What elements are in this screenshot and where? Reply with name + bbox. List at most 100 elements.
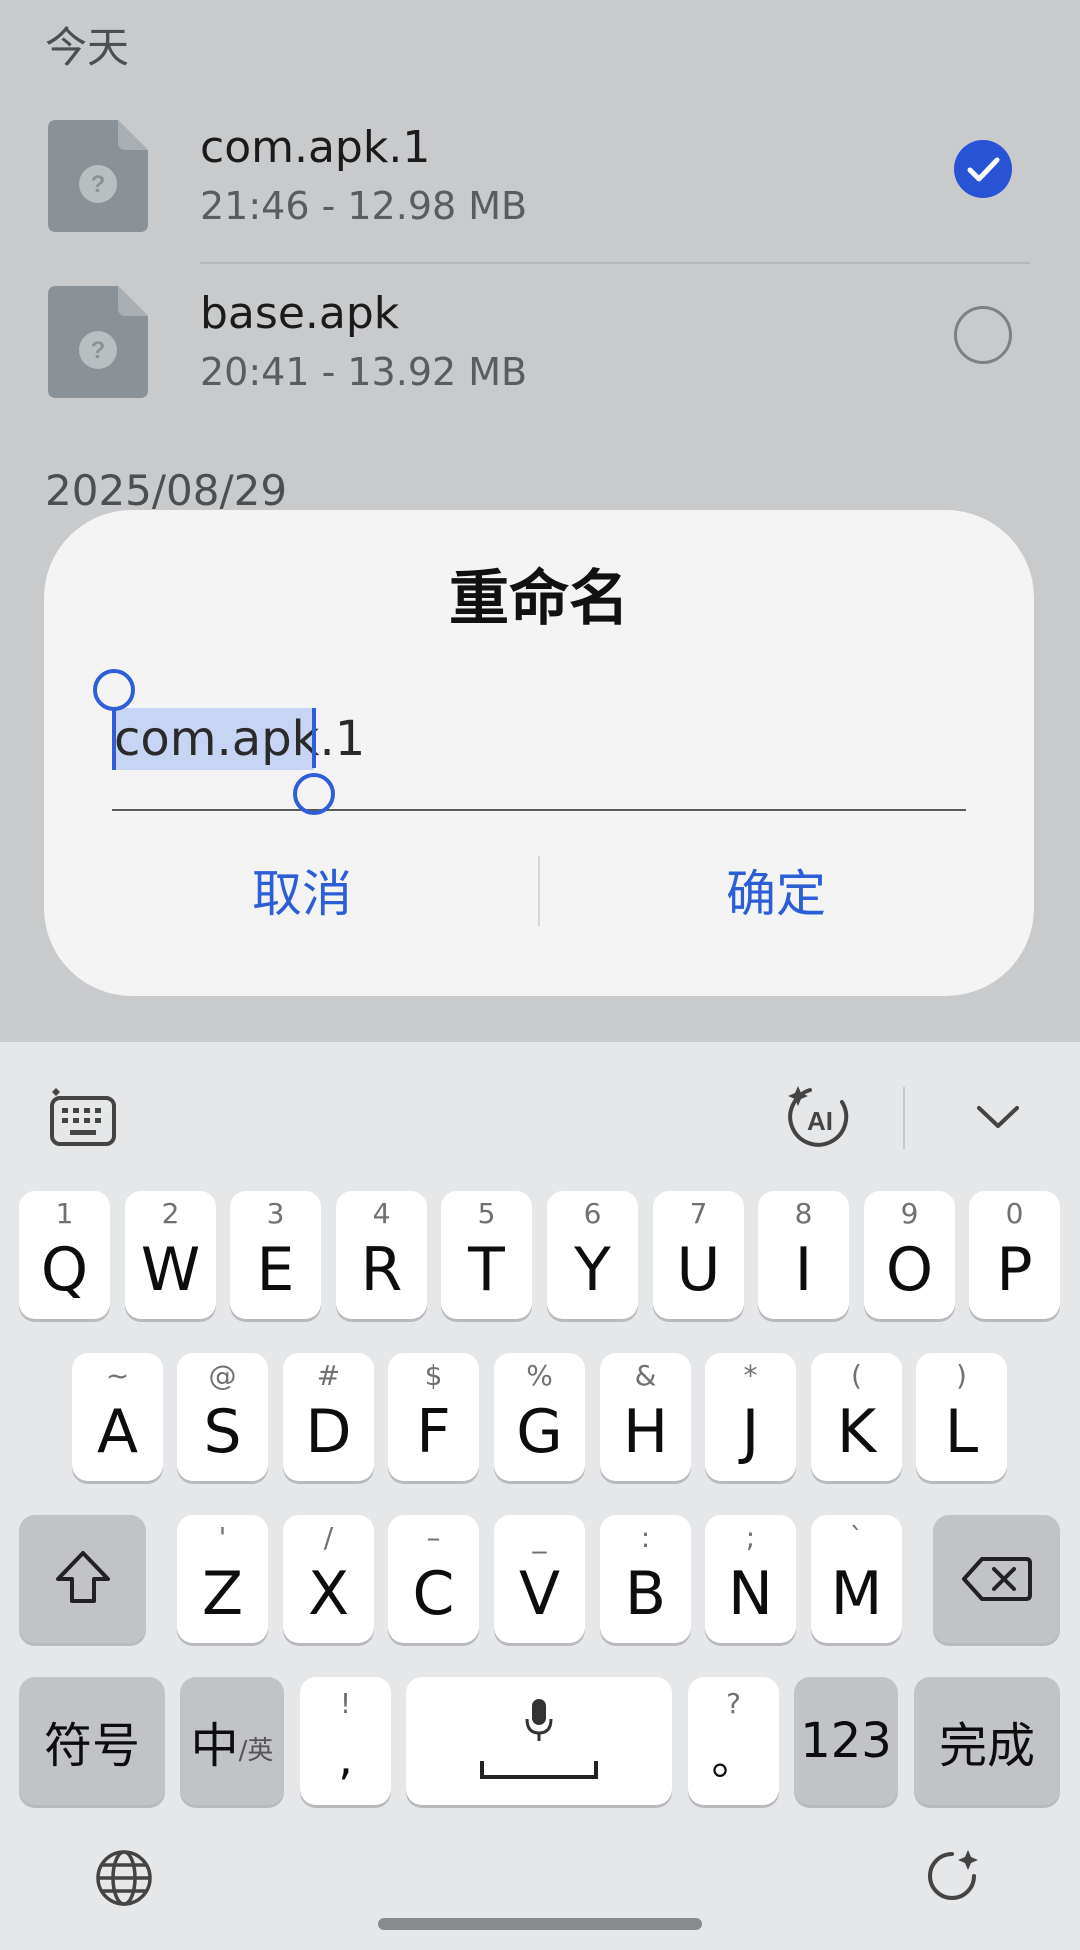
key-h[interactable]: & H [600, 1353, 691, 1481]
key-label: 完成 [938, 1718, 1035, 1774]
key-w[interactable]: 2W [125, 1191, 216, 1319]
file-row[interactable]: ? com.apk.1 21:46 - 12.98 MB [0, 100, 1080, 264]
key-alt-label: – [426, 1521, 441, 1554]
unknown-file-icon: ? [48, 286, 148, 398]
key-label: D [305, 1397, 352, 1467]
space-key[interactable] [406, 1677, 672, 1805]
language-switch-key[interactable]: 中/英 [180, 1677, 284, 1805]
section-label-today: 今天 [45, 23, 130, 72]
key-s[interactable]: @ S [177, 1353, 268, 1481]
svg-text:?: ? [91, 337, 106, 364]
key-v[interactable]: _ V [494, 1515, 585, 1643]
key-label: J [741, 1397, 760, 1467]
period-key[interactable]: ?。 [688, 1677, 779, 1805]
key-label: W [140, 1235, 201, 1305]
key-label: F [416, 1397, 451, 1467]
key-label: O [885, 1235, 934, 1305]
unknown-file-icon: ? [48, 120, 148, 232]
key-f[interactable]: $ F [388, 1353, 479, 1481]
key-b[interactable]: :B [600, 1515, 691, 1643]
ai-sparkle-icon[interactable]: AI [780, 1080, 854, 1154]
key-alt-label: ` [849, 1521, 864, 1554]
selection-checkbox-unchecked[interactable] [954, 306, 1012, 364]
key-label: L [944, 1397, 979, 1467]
key-alt-label: % [526, 1359, 553, 1392]
confirm-button[interactable]: 确定 [596, 854, 956, 926]
key-label: N [728, 1559, 773, 1629]
key-u[interactable]: 7U [653, 1191, 744, 1319]
done-key[interactable]: 完成 [914, 1677, 1060, 1805]
key-label: R [360, 1235, 403, 1305]
keyboard-settings-icon[interactable] [48, 1088, 118, 1148]
key-d[interactable]: # D [283, 1353, 374, 1481]
key-a[interactable]: ~ A [72, 1353, 163, 1481]
globe-icon[interactable] [94, 1848, 154, 1908]
key-alt-label: 3 [266, 1197, 285, 1230]
key-x[interactable]: / X [283, 1515, 374, 1643]
rename-input[interactable]: com.apk.1 [114, 711, 365, 767]
cancel-button[interactable]: 取消 [122, 854, 482, 926]
key-k[interactable]: (K [811, 1353, 902, 1481]
soft-keyboard [0, 1042, 1080, 1950]
key-n[interactable]: ; N [705, 1515, 796, 1643]
key-label: T [468, 1235, 505, 1305]
file-meta: 21:46 - 12.98 MB [200, 184, 528, 228]
backspace-key[interactable] [933, 1515, 1060, 1643]
key-t[interactable]: 5T [441, 1191, 532, 1319]
selection-end-caret [312, 708, 316, 768]
key-e[interactable]: 3E [230, 1191, 321, 1319]
key-alt-label: 4 [372, 1197, 391, 1230]
key-y[interactable]: 6Y [547, 1191, 638, 1319]
key-label: Z [201, 1559, 244, 1629]
key-label: P [996, 1235, 1033, 1305]
numbers-key[interactable]: 123 [794, 1677, 898, 1805]
selection-start-handle[interactable] [93, 669, 135, 711]
comma-key[interactable]: !, [300, 1677, 391, 1805]
key-label: K [836, 1397, 877, 1467]
backspace-icon [962, 1557, 1032, 1601]
symbols-key[interactable]: 符号 [19, 1677, 165, 1805]
key-label: V [518, 1559, 561, 1629]
home-indicator[interactable] [378, 1918, 702, 1930]
file-name: com.apk.1 [200, 122, 431, 173]
input-underline [112, 809, 966, 811]
key-alt-label: & [634, 1359, 657, 1392]
key-q[interactable]: 1Q [19, 1191, 110, 1319]
key-alt-label: 8 [794, 1197, 813, 1230]
space-bar-icon [480, 1761, 598, 1779]
key-o[interactable]: 9O [864, 1191, 955, 1319]
svg-text:?: ? [91, 171, 106, 198]
key-p[interactable]: 0P [969, 1191, 1060, 1319]
key-z[interactable]: ' Z [177, 1515, 268, 1643]
rotate-icon[interactable] [924, 1846, 986, 1908]
selection-checkbox-checked[interactable] [954, 140, 1012, 198]
key-alt-label: _ [532, 1521, 547, 1554]
key-alt-label: 5 [477, 1197, 496, 1230]
key-label: E [256, 1235, 295, 1305]
key-j[interactable]: * J [705, 1353, 796, 1481]
key-m[interactable]: ` M [811, 1515, 902, 1643]
rename-dialog: 重命名 com.apk.1 取消 确定 [44, 510, 1034, 996]
key-label: , [338, 1731, 353, 1785]
key-l[interactable]: ) L [916, 1353, 1007, 1481]
shift-key[interactable] [19, 1515, 146, 1643]
key-alt-label: 1 [55, 1197, 74, 1230]
key-c[interactable]: – C [388, 1515, 479, 1643]
chevron-down-icon[interactable] [975, 1100, 1021, 1134]
selection-end-handle[interactable] [293, 773, 335, 815]
lang-sub-label: /英 [238, 1735, 274, 1766]
key-label: M [830, 1559, 883, 1629]
section-label-date: 2025/08/29 [45, 466, 288, 515]
key-alt-label: 9 [900, 1197, 919, 1230]
key-label: A [96, 1397, 139, 1467]
key-r[interactable]: 4R [336, 1191, 427, 1319]
key-g[interactable]: % G [494, 1353, 585, 1481]
key-alt-label: ~ [105, 1359, 130, 1392]
key-alt-label: $ [424, 1359, 443, 1392]
key-alt-label: : [640, 1521, 651, 1554]
key-label: 123 [800, 1713, 892, 1769]
key-i[interactable]: 8I [758, 1191, 849, 1319]
file-row[interactable]: ? base.apk 20:41 - 13.92 MB [0, 266, 1080, 430]
file-meta: 20:41 - 13.92 MB [200, 350, 528, 394]
key-label: Y [574, 1235, 611, 1305]
